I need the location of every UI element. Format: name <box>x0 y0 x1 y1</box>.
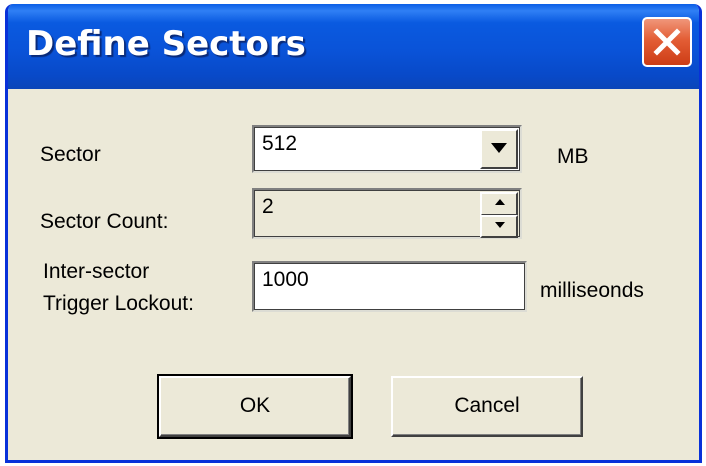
spin-up-icon <box>495 199 505 205</box>
lockout-input[interactable]: 1000 <box>252 261 527 312</box>
sector-value: 512 <box>262 132 298 155</box>
sector-dropdown[interactable]: 512 <box>252 125 522 173</box>
title-bar[interactable]: Define Sectors <box>8 4 699 89</box>
ok-button[interactable]: OK <box>157 374 353 439</box>
sector-count-spinner[interactable]: 2 <box>252 188 522 239</box>
ok-button-label: OK <box>239 394 271 417</box>
sector-count-label: Sector Count: <box>40 210 169 233</box>
define-sectors-dialog: Define Sectors Sector 512 MB Sector Coun… <box>5 4 702 463</box>
cancel-button[interactable]: Cancel <box>391 376 583 437</box>
close-button[interactable] <box>642 17 692 67</box>
lockout-label-line2: Trigger Lockout: <box>43 292 194 315</box>
sector-count-value: 2 <box>262 195 274 218</box>
sector-dropdown-button[interactable] <box>480 129 518 169</box>
spin-down-icon <box>495 222 505 228</box>
close-icon <box>653 28 681 56</box>
cancel-button-label: Cancel <box>454 394 520 417</box>
lockout-value: 1000 <box>262 268 309 291</box>
spin-down-button[interactable] <box>480 215 518 238</box>
lockout-label-line1: Inter-sector <box>43 260 150 283</box>
window-title: Define Sectors <box>26 24 306 64</box>
spin-up-button[interactable] <box>480 192 518 216</box>
sector-label: Sector <box>40 143 101 166</box>
chevron-down-icon <box>491 143 507 153</box>
lockout-unit: milliseonds <box>540 279 644 302</box>
sector-unit: MB <box>557 145 589 168</box>
